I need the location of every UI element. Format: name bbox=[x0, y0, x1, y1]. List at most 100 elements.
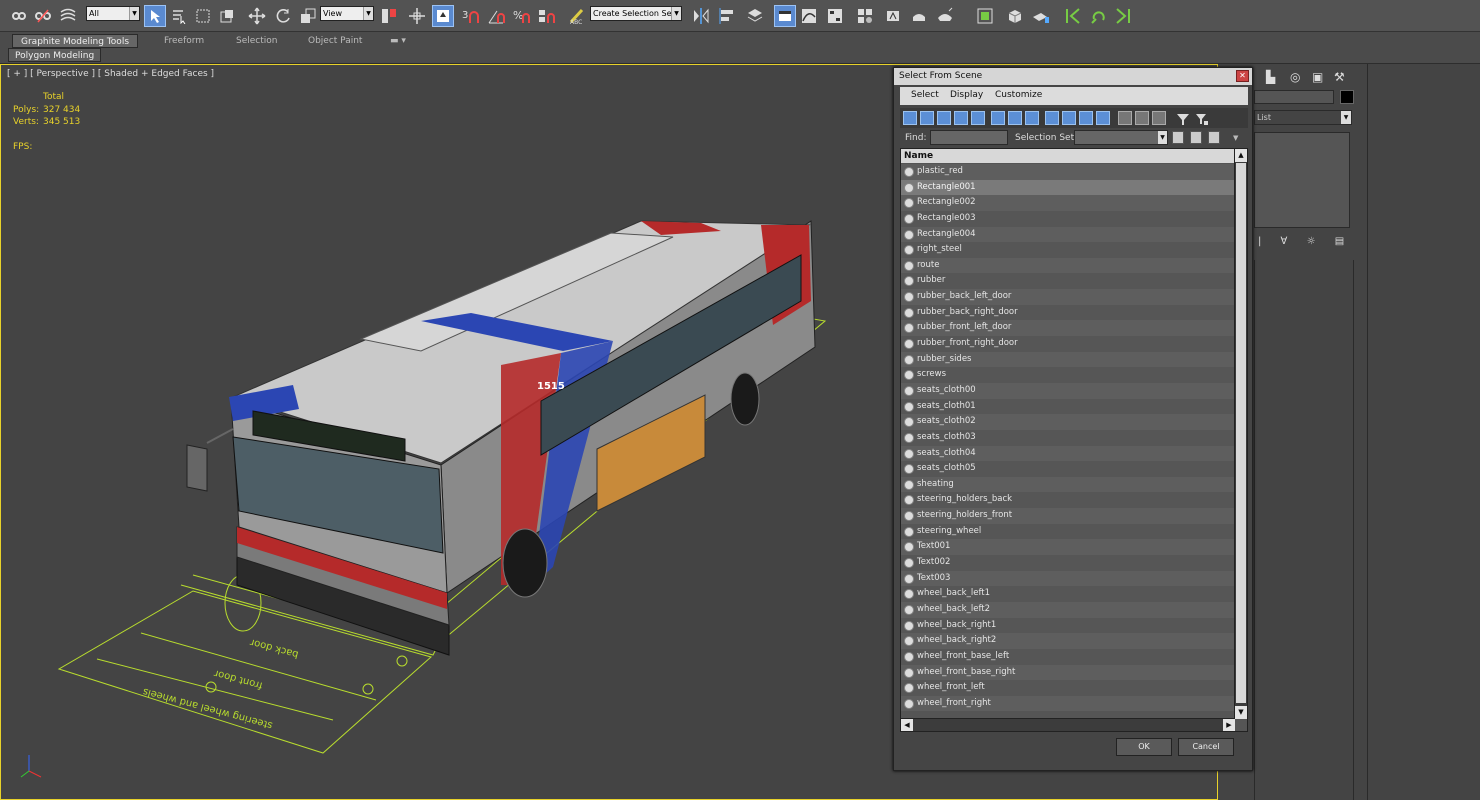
list-item[interactable]: Rectangle003 bbox=[901, 210, 1235, 227]
unlink-icon[interactable] bbox=[32, 5, 54, 27]
list-item[interactable]: plastic_red bbox=[901, 164, 1235, 180]
selection-set-add-icon[interactable] bbox=[1172, 131, 1184, 144]
list-item[interactable]: rubber_sides bbox=[901, 351, 1235, 368]
tab-polygon-modeling[interactable]: Polygon Modeling bbox=[8, 48, 102, 62]
list-item[interactable]: wheel_back_right2 bbox=[901, 633, 1235, 649]
reference-coordinate-dropdown[interactable]: View ▼ bbox=[320, 6, 374, 21]
menu-display[interactable]: Display bbox=[950, 90, 983, 100]
list-item[interactable]: seats_cloth01 bbox=[901, 398, 1235, 415]
mirror-icon[interactable] bbox=[690, 5, 712, 27]
paint-tool-icon[interactable] bbox=[1030, 5, 1052, 27]
pivot-center-icon[interactable] bbox=[378, 5, 400, 27]
container-icon[interactable] bbox=[974, 5, 996, 27]
cancel-button[interactable]: Cancel bbox=[1178, 738, 1234, 756]
list-item[interactable]: wheel_back_left2 bbox=[901, 601, 1235, 618]
list-item[interactable]: steering_holders_front bbox=[901, 508, 1235, 524]
list-item[interactable]: steering_holders_back bbox=[901, 492, 1235, 509]
rendered-frame-window-icon[interactable] bbox=[908, 5, 930, 27]
tab-selection[interactable]: Selection bbox=[228, 34, 285, 48]
list-item[interactable]: steering_wheel bbox=[901, 523, 1235, 540]
display-groups-icon[interactable] bbox=[1008, 111, 1022, 125]
list-item[interactable]: Text002 bbox=[901, 555, 1235, 571]
display-helpers-icon[interactable] bbox=[971, 111, 985, 125]
render-setup-icon[interactable] bbox=[882, 5, 904, 27]
display-hidden-icon[interactable] bbox=[1096, 111, 1110, 125]
spinner-snap-icon[interactable] bbox=[536, 5, 558, 27]
tab-graphite-modeling-tools[interactable]: Graphite Modeling Tools bbox=[12, 34, 139, 48]
list-item[interactable]: Text001 bbox=[901, 539, 1235, 556]
menu-select[interactable]: Select bbox=[911, 90, 939, 100]
angle-snap-icon[interactable] bbox=[486, 5, 508, 27]
ribbon-options-icon[interactable]: ▬ ▾ bbox=[386, 34, 410, 48]
list-item[interactable]: rubber_front_left_door bbox=[901, 320, 1235, 337]
object-name-field[interactable] bbox=[1254, 90, 1334, 104]
list-item[interactable]: rubber bbox=[901, 273, 1235, 290]
options-chevron-icon[interactable]: ▼ bbox=[1233, 134, 1238, 142]
list-item[interactable]: rubber_back_left_door bbox=[901, 289, 1235, 305]
modifier-stack-buttons[interactable]: | ∀ ☼ ▤ bbox=[1258, 236, 1352, 247]
select-manipulate-icon[interactable] bbox=[406, 5, 428, 27]
bind-spacewarp-icon[interactable] bbox=[57, 5, 79, 27]
list-item[interactable]: seats_cloth00 bbox=[901, 382, 1235, 399]
scene-object-list[interactable]: Name plastic_red Rectangle001 Rectangle002… bbox=[900, 148, 1248, 732]
display-bones-icon[interactable] bbox=[1045, 111, 1059, 125]
align-icon[interactable] bbox=[716, 5, 738, 27]
curve-editor-icon[interactable] bbox=[798, 5, 820, 27]
selection-set-remove-icon[interactable] bbox=[1190, 131, 1202, 144]
render-production-icon[interactable] bbox=[934, 5, 956, 27]
previous-key-icon[interactable] bbox=[1062, 5, 1084, 27]
list-item[interactable]: route bbox=[901, 257, 1235, 274]
link-icon[interactable] bbox=[8, 5, 30, 27]
select-object-button[interactable] bbox=[144, 5, 166, 27]
filter-options-icon[interactable] bbox=[1194, 111, 1208, 125]
rotate-icon[interactable] bbox=[272, 5, 294, 27]
find-input[interactable] bbox=[930, 130, 1008, 145]
snaps-toggle-icon[interactable]: 3 bbox=[460, 5, 482, 27]
layer-manager-icon[interactable] bbox=[744, 5, 766, 27]
list-item[interactable]: rubber_front_right_door bbox=[901, 336, 1235, 352]
list-item[interactable]: Rectangle004 bbox=[901, 226, 1235, 243]
selection-filter-dropdown[interactable]: All ▼ bbox=[86, 6, 140, 21]
horizontal-scrollbar[interactable]: ◀ ▶ bbox=[901, 718, 1235, 731]
object-color-swatch[interactable] bbox=[1340, 90, 1354, 104]
keyboard-shortcut-override-button[interactable] bbox=[432, 5, 454, 27]
list-item[interactable]: wheel_front_left bbox=[901, 680, 1235, 696]
modifier-list-dropdown[interactable]: List ▼ bbox=[1254, 110, 1352, 125]
list-item[interactable]: seats_cloth03 bbox=[901, 429, 1235, 446]
list-item[interactable]: rubber_back_right_door bbox=[901, 304, 1235, 321]
list-item[interactable]: wheel_front_base_left bbox=[901, 648, 1235, 665]
percent-snap-icon[interactable]: % bbox=[511, 5, 533, 27]
list-item[interactable]: seats_cloth05 bbox=[901, 461, 1235, 477]
menu-customize[interactable]: Customize bbox=[995, 90, 1042, 100]
window-crossing-icon[interactable] bbox=[216, 5, 238, 27]
edit-named-selection-icon[interactable]: ABC bbox=[566, 5, 588, 27]
selection-set-dropdown[interactable]: ▼ bbox=[1074, 130, 1168, 145]
select-invert-icon[interactable] bbox=[1152, 111, 1166, 125]
list-item[interactable]: Rectangle002 bbox=[901, 195, 1235, 211]
list-item[interactable]: sheating bbox=[901, 476, 1235, 493]
selection-set-edit-icon[interactable] bbox=[1208, 131, 1220, 144]
display-lights-icon[interactable] bbox=[937, 111, 951, 125]
list-item[interactable]: wheel_back_right1 bbox=[901, 617, 1235, 634]
graphite-toggle-button[interactable] bbox=[774, 5, 796, 27]
display-cameras-icon[interactable] bbox=[954, 111, 968, 125]
scroll-left-icon[interactable]: ◀ bbox=[901, 719, 913, 731]
list-item[interactable]: Rectangle001 bbox=[901, 179, 1235, 196]
scale-icon[interactable] bbox=[297, 5, 319, 27]
scrollbar-thumb[interactable] bbox=[1236, 163, 1246, 703]
column-header-name[interactable]: Name bbox=[901, 149, 1235, 163]
rect-selection-icon[interactable] bbox=[192, 5, 214, 27]
close-icon[interactable]: ✕ bbox=[1236, 70, 1249, 82]
list-item[interactable]: right_steel bbox=[901, 242, 1235, 258]
scroll-down-icon[interactable]: ▼ bbox=[1235, 706, 1247, 719]
move-icon[interactable] bbox=[246, 5, 268, 27]
scroll-right-icon[interactable]: ▶ bbox=[1223, 719, 1235, 731]
select-by-name-icon[interactable] bbox=[168, 5, 190, 27]
next-key-icon[interactable] bbox=[1112, 5, 1134, 27]
list-item[interactable]: wheel_front_right bbox=[901, 695, 1235, 712]
list-item[interactable]: screws bbox=[901, 367, 1235, 383]
list-item[interactable]: wheel_front_base_right bbox=[901, 664, 1235, 681]
tab-freeform[interactable]: Freeform bbox=[156, 34, 212, 48]
display-xrefs-icon[interactable] bbox=[1025, 111, 1039, 125]
filter-icon[interactable] bbox=[1175, 111, 1189, 125]
